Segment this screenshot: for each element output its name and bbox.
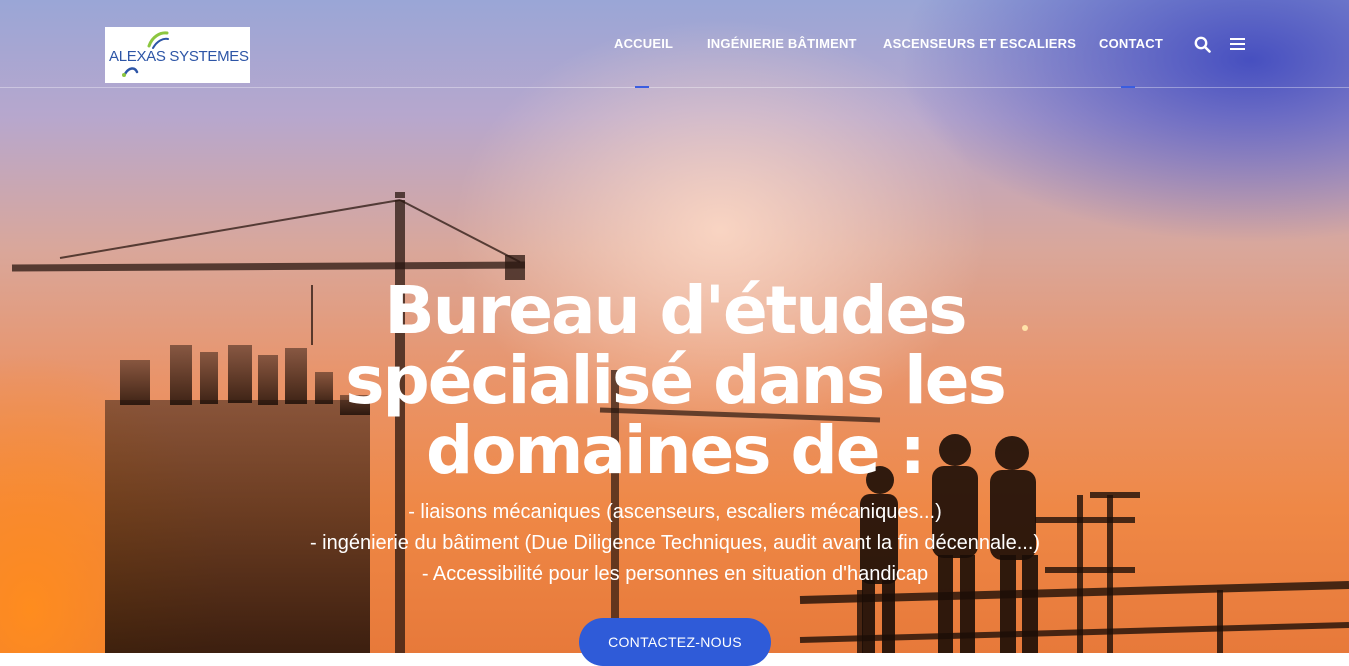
logo-text: ALEXAS SYSTEMES	[109, 48, 249, 65]
nav-contact[interactable]: CONTACT	[1099, 36, 1163, 51]
hero-line: - ingénierie du bâtiment (Due Diligence …	[309, 532, 1041, 554]
hero-line: - Accessibilité pour les personnes en si…	[421, 563, 929, 585]
hero-title-line: domaines de :	[426, 412, 926, 489]
nav-hover-indicator	[1121, 86, 1135, 88]
hero-description: - liaisons mécaniques (ascenseurs, escal…	[175, 497, 1175, 590]
hero-title-line: Bureau d'études	[384, 272, 967, 349]
hero-title-line: spécialisé dans les	[345, 342, 1007, 419]
nav-accueil[interactable]: ACCUEIL	[614, 36, 673, 51]
nav-active-indicator	[635, 86, 649, 88]
site-header: ALEXAS SYSTEMES ACCUEIL INGÉNIERIE BÂTIM…	[0, 0, 1349, 88]
menu-icon[interactable]	[1230, 37, 1245, 56]
hero-line: - liaisons mécaniques (ascenseurs, escal…	[408, 501, 942, 523]
nav-ascenseurs-escaliers[interactable]: ASCENSEURS ET ESCALIERS	[883, 36, 1076, 51]
contact-us-button[interactable]: CONTACTEZ-NOUS	[579, 618, 771, 666]
site-logo[interactable]: ALEXAS SYSTEMES	[105, 27, 250, 83]
hero-title: Bureau d'études spécialisé dans les doma…	[175, 276, 1175, 486]
nav-ingenierie-batiment[interactable]: INGÉNIERIE BÂTIMENT	[707, 36, 857, 51]
search-icon[interactable]	[1194, 36, 1211, 58]
